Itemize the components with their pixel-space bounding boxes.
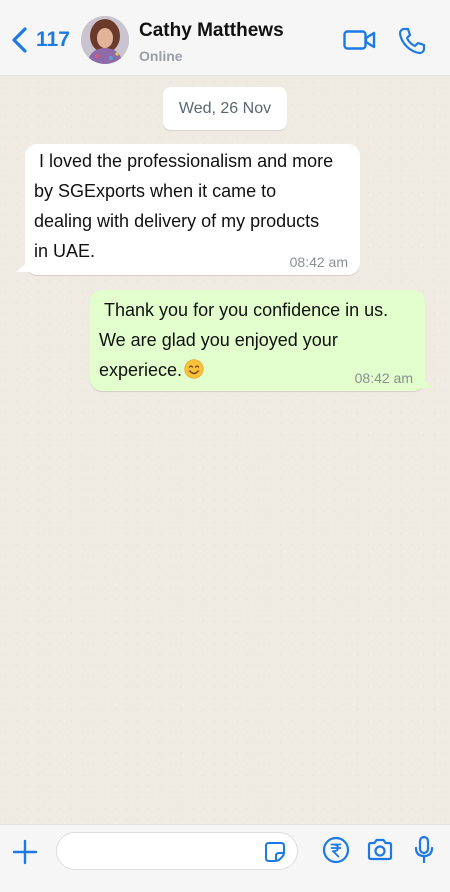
- chevron-left-icon: [12, 27, 27, 53]
- message-time: 08:42 am: [354, 370, 413, 386]
- microphone-icon[interactable]: [413, 835, 435, 865]
- bubble-tail: [16, 260, 30, 272]
- chat-area[interactable]: Wed, 26 Nov I loved the professionalism …: [0, 77, 450, 824]
- incoming-message[interactable]: I loved the professionalism and more by …: [16, 144, 360, 275]
- video-camera-icon[interactable]: [343, 28, 376, 52]
- phone-icon[interactable]: [397, 26, 427, 56]
- date-divider: Wed, 26 Nov: [163, 87, 287, 130]
- message-input[interactable]: [56, 832, 298, 870]
- sticker-icon[interactable]: [264, 841, 286, 863]
- chat-header: 117 Cathy Matthews Online: [0, 0, 450, 76]
- unread-count: 117: [36, 28, 70, 51]
- bubble-tail: [420, 376, 434, 388]
- camera-icon[interactable]: [366, 837, 394, 863]
- message-text: I loved the professionalism and more by …: [34, 151, 334, 261]
- outgoing-message[interactable]: Thank you for you confidence in us. We a…: [90, 290, 434, 391]
- composer-bar: [0, 824, 450, 892]
- smiling-face-icon: [184, 359, 204, 379]
- plus-icon[interactable]: [12, 839, 38, 865]
- message-time: 08:42 am: [289, 254, 348, 270]
- avatar[interactable]: [81, 16, 129, 64]
- message-text-content: Thank you for you confidence in us. We a…: [99, 300, 389, 380]
- rupee-icon[interactable]: [322, 836, 350, 864]
- contact-name[interactable]: Cathy Matthews: [139, 20, 284, 42]
- contact-status: Online: [139, 48, 183, 64]
- back-button[interactable]: 117: [10, 24, 70, 56]
